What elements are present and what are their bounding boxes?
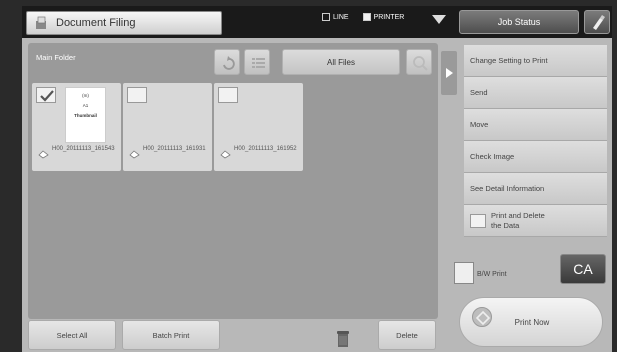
file-tile[interactable]: H00_20111113_161952 <box>214 83 303 171</box>
print-and-delete-option[interactable]: Print and Delete the Data <box>464 205 607 237</box>
mode-printer: PRINTER <box>362 10 404 24</box>
printer-indicator <box>362 13 371 21</box>
arrow-right-icon <box>446 68 453 78</box>
send-button[interactable]: Send <box>464 77 607 109</box>
see-detail-information-button[interactable]: See Detail Information <box>464 173 607 205</box>
trash-icon <box>337 331 349 347</box>
action-list: Change Setting to Print Send Move Check … <box>464 45 607 237</box>
file-thumbnail: (m) A1 Thumbnail <box>65 87 106 143</box>
file-type-icon <box>129 150 140 159</box>
file-name: H00_20111113_161931 <box>143 146 206 152</box>
list-view-button[interactable] <box>244 49 270 75</box>
print-now-button[interactable]: Print Now <box>459 297 603 347</box>
mode-title[interactable]: Document Filing <box>26 11 222 35</box>
file-filter-button[interactable]: All Files <box>282 49 400 75</box>
mode-indicators: LINE PRINTER <box>322 10 404 24</box>
refresh-button[interactable] <box>214 49 240 75</box>
delete-button[interactable]: Delete <box>378 320 436 350</box>
operation-guide-button[interactable] <box>584 10 610 34</box>
select-all-button[interactable]: Select All <box>28 320 116 350</box>
file-type-icon <box>38 150 49 159</box>
line-indicator <box>322 13 330 21</box>
mode-line: LINE <box>322 10 349 24</box>
guide-icon <box>593 15 605 30</box>
ca-button[interactable]: CA <box>560 254 606 284</box>
job-status-button[interactable]: Job Status <box>459 10 579 34</box>
top-bar: Document Filing LINE PRINTER Job Status <box>22 6 612 38</box>
print-and-delete-checkbox[interactable] <box>470 213 486 228</box>
file-tile[interactable]: H00_20111113_161931 <box>123 83 212 171</box>
folder-label: Main Folder <box>36 53 76 62</box>
file-tile[interactable]: (m) A1 Thumbnail H00_20111113_161543 <box>32 83 121 171</box>
file-checkbox[interactable] <box>36 87 56 103</box>
file-name: H00_20111113_161543 <box>52 146 115 152</box>
print-now-label: Print Now <box>514 318 550 327</box>
file-type-icon <box>220 150 231 159</box>
file-list-panel: Main Folder All Files (m) A1 Thumbnail H… <box>28 43 438 319</box>
file-name: H00_20111113_161952 <box>234 146 297 152</box>
check-icon <box>40 90 54 102</box>
page-title: Document Filing <box>56 17 136 29</box>
batch-print-button[interactable]: Batch Print <box>122 320 220 350</box>
check-image-button[interactable]: Check Image <box>464 141 607 173</box>
document-filing-screen: Document Filing LINE PRINTER Job Status … <box>22 6 612 352</box>
document-filing-icon <box>36 16 46 29</box>
refresh-icon <box>223 56 235 70</box>
search-button[interactable] <box>406 49 432 75</box>
bw-print-checkbox[interactable] <box>454 262 474 284</box>
file-checkbox[interactable] <box>127 87 147 103</box>
expand-arrow-icon[interactable] <box>432 15 446 24</box>
list-icon <box>252 58 265 68</box>
change-setting-to-print-button[interactable]: Change Setting to Print <box>464 45 607 77</box>
file-checkbox[interactable] <box>218 87 238 103</box>
action-panel-toggle[interactable] <box>441 51 457 95</box>
bw-print-label: B/W Print <box>477 271 507 278</box>
move-button[interactable]: Move <box>464 109 607 141</box>
search-icon <box>413 56 428 71</box>
